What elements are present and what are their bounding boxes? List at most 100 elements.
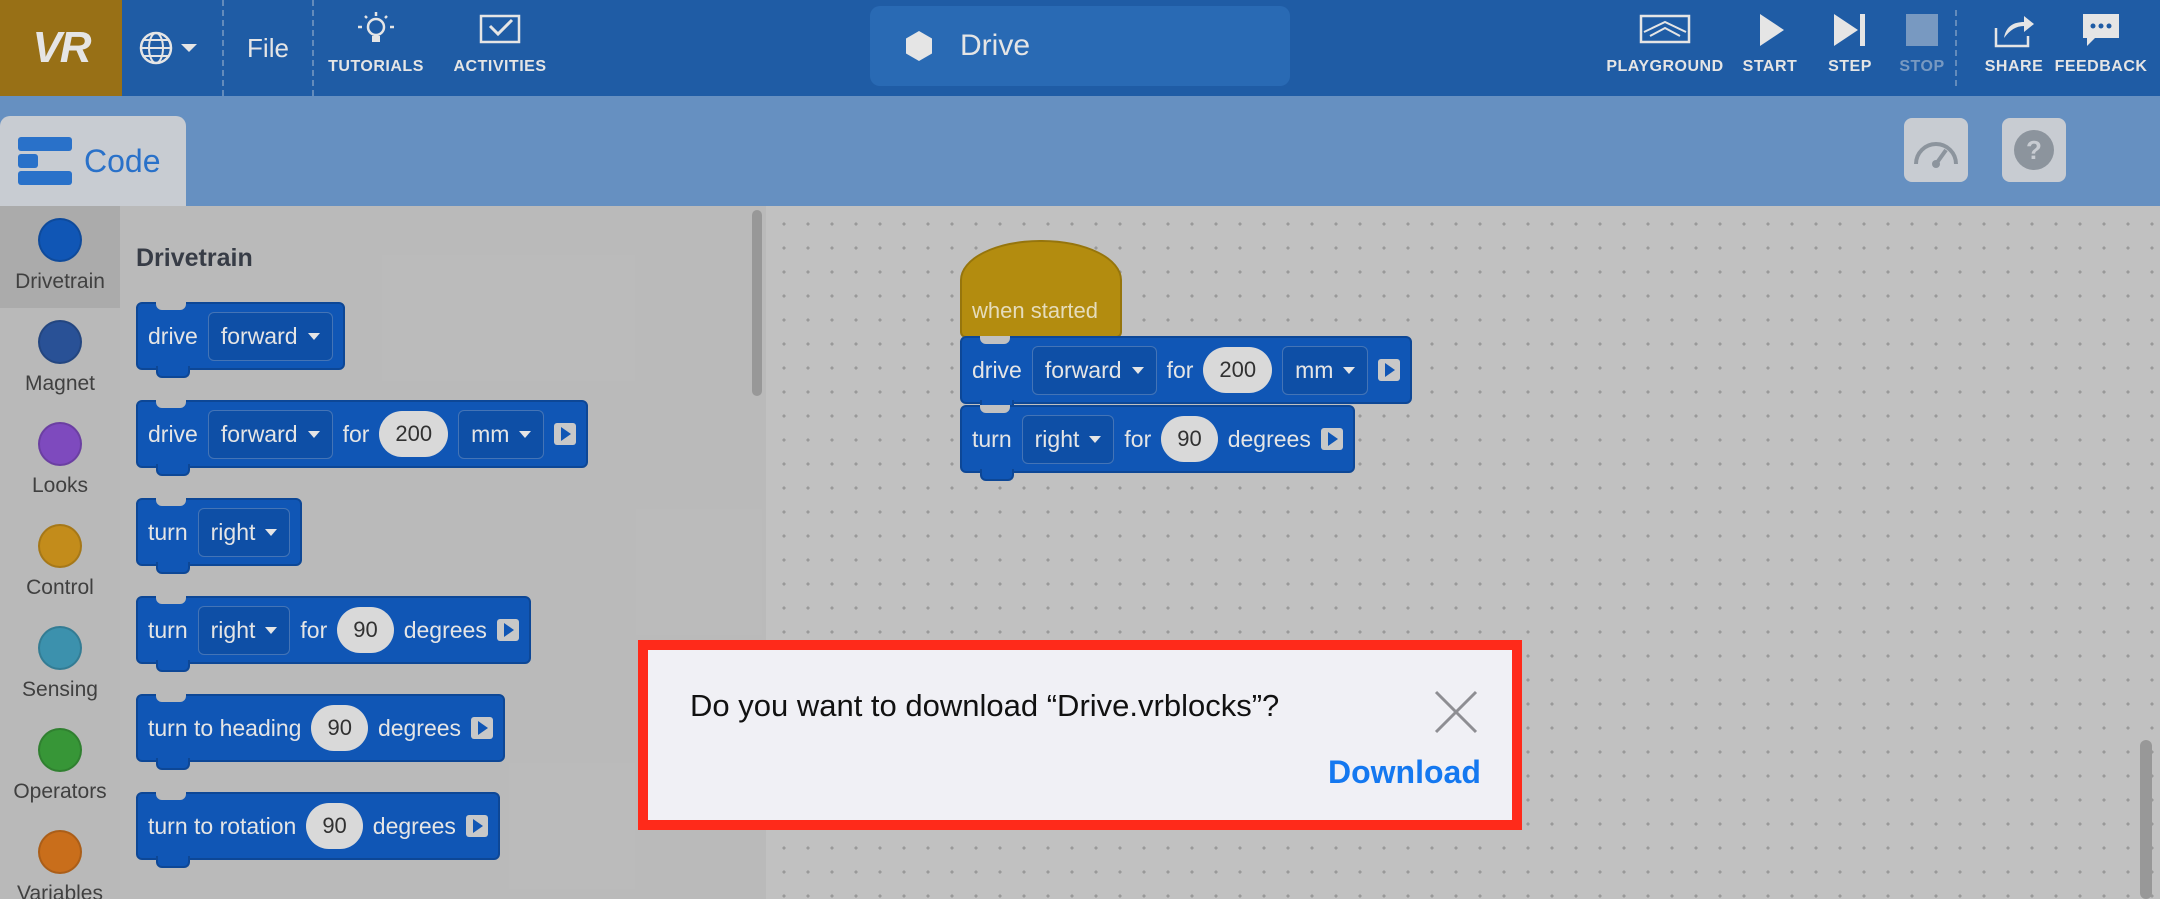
- dialog-message: Do you want to download “Drive.vrblocks”…: [690, 688, 1280, 723]
- dropdown-value: mm: [471, 420, 510, 447]
- category-dot: [38, 524, 82, 568]
- category-label: Magnet: [24, 372, 96, 395]
- caret-down-icon: [519, 430, 532, 438]
- caret-down-icon: [1089, 435, 1102, 443]
- block-text: degrees: [372, 812, 456, 839]
- direction-dropdown[interactable]: right: [197, 605, 291, 655]
- flyout-scrollbar[interactable]: [752, 210, 762, 396]
- dropdown-value: mm: [1295, 356, 1334, 383]
- project-name-field[interactable]: Drive: [870, 6, 1290, 86]
- tab-code[interactable]: Code: [0, 116, 186, 206]
- start-label: START: [1742, 58, 1798, 75]
- start-button[interactable]: START: [1740, 0, 1800, 96]
- tutorials-button[interactable]: TUTORIALS: [328, 0, 424, 96]
- sub-bar: Code ?: [0, 96, 2160, 206]
- block-text: drive: [148, 322, 198, 349]
- direction-dropdown[interactable]: forward: [207, 409, 333, 459]
- block-text: for: [342, 420, 370, 447]
- help-button[interactable]: ?: [2002, 118, 2066, 182]
- category-operators[interactable]: Operators: [0, 716, 120, 818]
- category-dot: [38, 830, 82, 874]
- gauge-icon: [1914, 142, 1958, 168]
- category-sensing[interactable]: Sensing: [0, 614, 120, 716]
- angle-input[interactable]: 90: [1161, 416, 1218, 462]
- activities-label: ACTIVITIES: [453, 58, 547, 75]
- angle-input[interactable]: 90: [337, 607, 394, 653]
- caret-down-icon: [265, 626, 278, 634]
- block-text: turn to rotation: [148, 812, 297, 839]
- unit-dropdown[interactable]: mm: [1282, 345, 1369, 395]
- category-label: Operators: [13, 780, 107, 803]
- turn-to-rotation-block[interactable]: turn to rotation 90 degrees: [136, 792, 500, 868]
- step-button[interactable]: STEP: [1822, 0, 1878, 96]
- rotation-input[interactable]: 90: [306, 803, 363, 849]
- heading-input[interactable]: 90: [311, 705, 368, 751]
- block-text: degrees: [1227, 425, 1311, 452]
- feedback-button[interactable]: FEEDBACK: [2055, 0, 2147, 96]
- drive-for-block[interactable]: drive forward for 200 mm: [960, 336, 1413, 412]
- direction-dropdown[interactable]: forward: [1031, 345, 1157, 395]
- playground-icon: [1639, 14, 1691, 44]
- download-button[interactable]: Download: [1328, 754, 1481, 791]
- turn-block[interactable]: turn right: [136, 498, 303, 574]
- turn-to-heading-block[interactable]: turn to heading 90 degrees: [136, 694, 506, 770]
- distance-input[interactable]: 200: [379, 411, 449, 457]
- expand-arrow-icon[interactable]: [471, 717, 494, 739]
- expand-arrow-icon[interactable]: [554, 423, 577, 445]
- category-list: Drivetrain Magnet Looks Control Sensing …: [0, 206, 120, 899]
- direction-dropdown[interactable]: right: [1021, 414, 1115, 464]
- turn-for-block[interactable]: turn right for 90 degrees: [960, 405, 1355, 481]
- block-text: turn to heading: [148, 714, 302, 741]
- direction-dropdown[interactable]: forward: [207, 311, 333, 361]
- workspace-scrollbar[interactable]: [2140, 740, 2152, 899]
- distance-input[interactable]: 200: [1203, 347, 1273, 393]
- drive-block[interactable]: drive forward: [136, 302, 345, 378]
- block-text: when started: [972, 298, 1098, 323]
- category-label: Looks: [31, 474, 89, 497]
- file-menu-button[interactable]: File: [222, 0, 314, 96]
- category-variables[interactable]: Variables: [0, 818, 120, 899]
- unit-dropdown[interactable]: mm: [458, 409, 545, 459]
- block-text: for: [300, 616, 328, 643]
- block-text: turn: [148, 616, 188, 643]
- playground-button[interactable]: PLAYGROUND: [1606, 0, 1724, 96]
- close-button[interactable]: [1432, 688, 1480, 736]
- category-control[interactable]: Control: [0, 512, 120, 614]
- stop-label: STOP: [1899, 58, 1945, 75]
- project-name: Drive: [960, 29, 1031, 62]
- block-text: for: [1124, 425, 1152, 452]
- play-icon: [1760, 14, 1784, 46]
- language-button[interactable]: [138, 26, 208, 70]
- category-dot: [38, 626, 82, 670]
- stop-button[interactable]: STOP: [1894, 0, 1950, 96]
- dropdown-value: forward: [220, 322, 298, 349]
- category-drivetrain[interactable]: Drivetrain: [0, 206, 120, 308]
- dashboard-button[interactable]: [1904, 118, 1968, 182]
- code-tab-label: Code: [84, 142, 161, 179]
- block-text: turn: [972, 425, 1012, 452]
- direction-dropdown[interactable]: right: [197, 507, 291, 557]
- tutorials-label: TUTORIALS: [328, 58, 424, 75]
- expand-arrow-icon[interactable]: [1378, 359, 1401, 381]
- expand-arrow-icon[interactable]: [1320, 428, 1343, 450]
- share-button[interactable]: SHARE: [1982, 0, 2046, 96]
- caret-down-icon: [1131, 366, 1144, 374]
- caret-down-icon: [265, 528, 278, 536]
- category-label: Drivetrain: [15, 270, 105, 293]
- expand-arrow-icon[interactable]: [465, 815, 488, 837]
- category-magnet[interactable]: Magnet: [0, 308, 120, 410]
- svg-text:?: ?: [2026, 135, 2042, 165]
- drive-for-block[interactable]: drive forward for 200 mm: [136, 400, 589, 476]
- expand-arrow-icon[interactable]: [496, 619, 519, 641]
- block-text: for: [1166, 356, 1194, 383]
- when-started-block[interactable]: when started: [960, 240, 1122, 338]
- caret-down-icon: [1343, 366, 1356, 374]
- playground-label: PLAYGROUND: [1606, 58, 1724, 75]
- hexagon-icon: [906, 31, 932, 61]
- activities-check-icon: [479, 14, 521, 44]
- share-icon: [1994, 16, 2034, 48]
- category-looks[interactable]: Looks: [0, 410, 120, 512]
- activities-button[interactable]: ACTIVITIES: [450, 0, 550, 96]
- category-dot: [38, 218, 82, 262]
- turn-for-block[interactable]: turn right for 90 degrees: [136, 596, 531, 672]
